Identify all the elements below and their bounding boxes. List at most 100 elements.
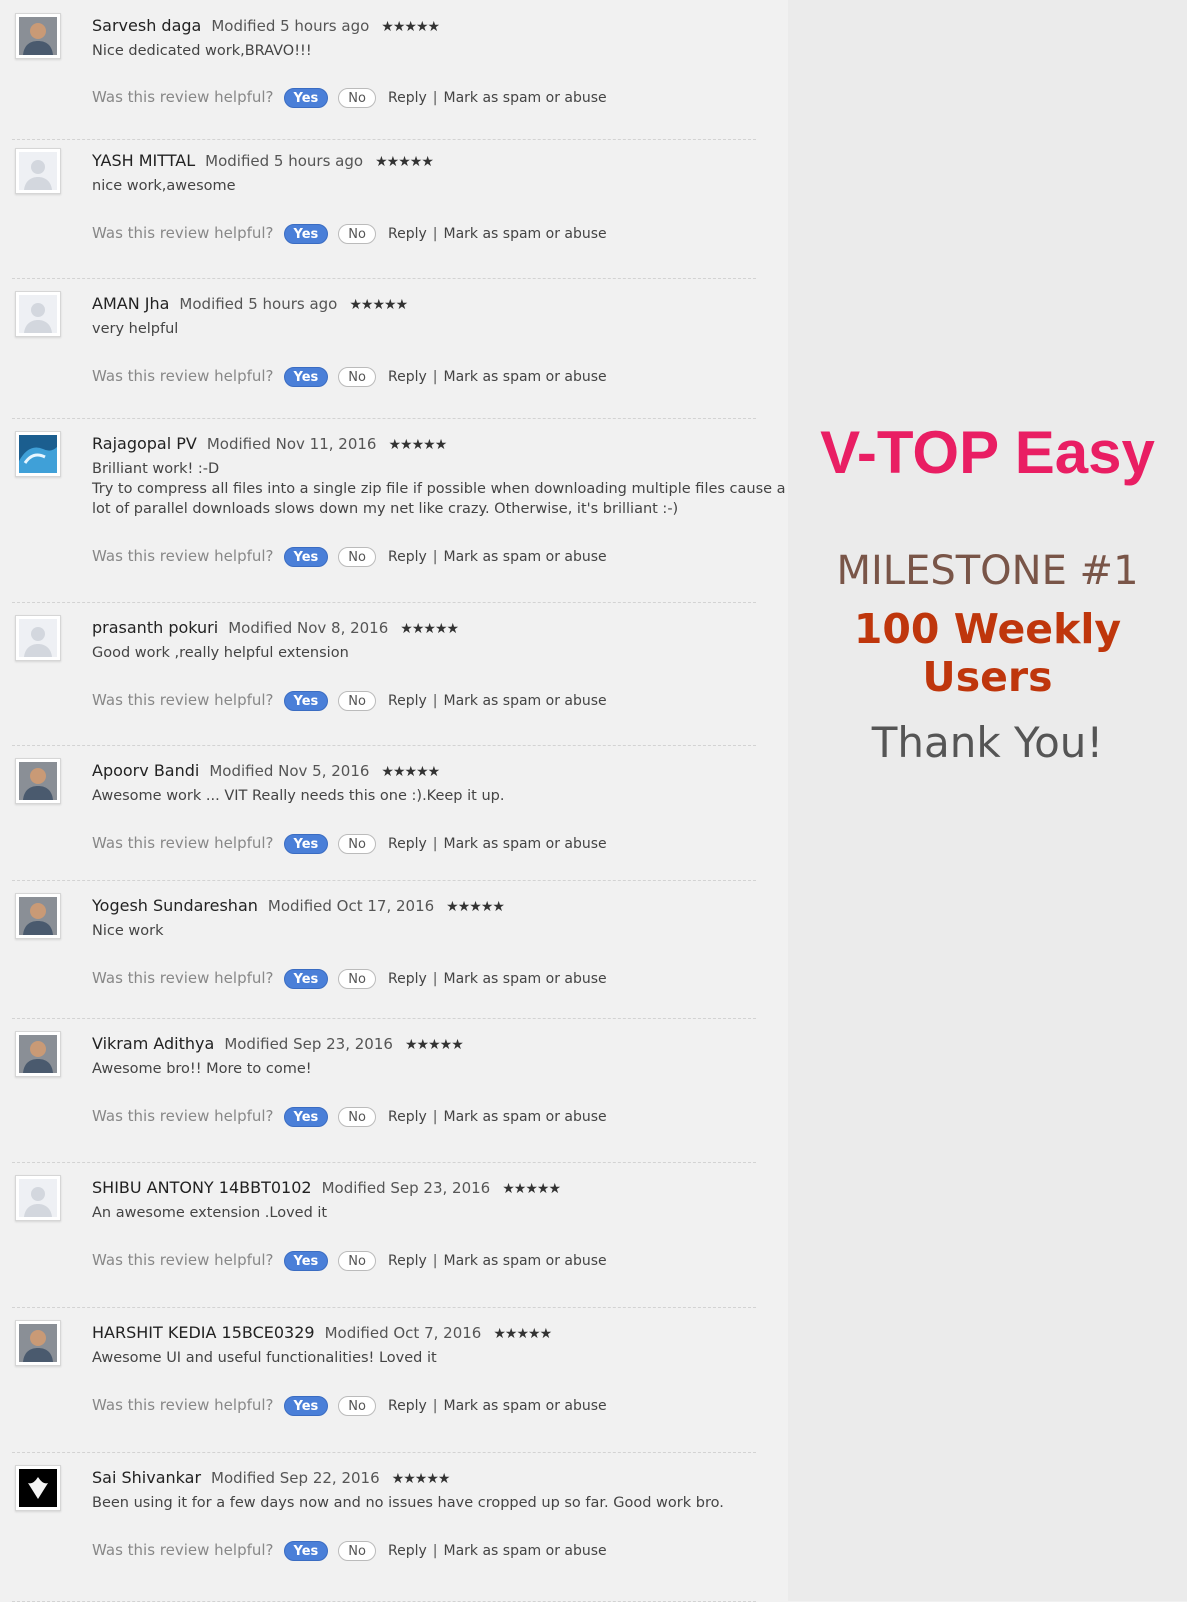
review-modified-date: Modified Sep 23, 2016 — [224, 1035, 393, 1053]
helpful-yes-button[interactable]: Yes — [283, 546, 329, 567]
helpful-no-button[interactable]: No — [338, 1395, 376, 1416]
reply-link[interactable]: Reply — [388, 549, 427, 565]
helpful-no-button[interactable]: No — [338, 366, 376, 387]
reply-link[interactable]: Reply — [388, 90, 427, 106]
avatar[interactable] — [15, 1175, 61, 1221]
star-icon: ★ — [386, 154, 400, 170]
helpful-question: Was this review helpful? — [92, 1396, 274, 1414]
star-icon: ★ — [404, 764, 418, 780]
review-author[interactable]: Vikram Adithya — [92, 1034, 214, 1053]
helpful-yes-button[interactable]: Yes — [283, 366, 329, 387]
link-separator: | — [432, 90, 438, 106]
star-icon: ★ — [493, 1326, 506, 1342]
review-item: Vikram Adithya Modified Sep 23, 2016 ★★★★★… — [12, 1018, 756, 1163]
helpful-yes-button[interactable]: Yes — [283, 1540, 329, 1561]
review-author[interactable]: AMAN Jha — [92, 294, 169, 313]
helpful-yes-button[interactable]: Yes — [283, 1106, 329, 1127]
mark-spam-link[interactable]: Mark as spam or abuse — [443, 549, 606, 565]
helpful-yes-button[interactable]: Yes — [283, 87, 329, 108]
avatar[interactable] — [15, 1465, 61, 1511]
star-icon: ★ — [423, 437, 436, 453]
review-author[interactable]: Sai Shivankar — [92, 1468, 201, 1487]
review-modified-date: Modified Oct 17, 2016 — [267, 897, 435, 915]
mark-spam-link[interactable]: Mark as spam or abuse — [443, 693, 606, 709]
review-text: Awesome work ... VIT Really needs this o… — [92, 786, 757, 806]
star-icon: ★ — [480, 899, 494, 915]
avatar[interactable] — [15, 431, 61, 477]
reply-link[interactable]: Reply — [388, 1398, 427, 1414]
review-author[interactable]: Rajagopal PV — [92, 434, 197, 453]
review-text: Awesome UI and useful functionalities! L… — [92, 1348, 757, 1368]
avatar[interactable] — [15, 1031, 61, 1077]
star-icon: ★ — [525, 1181, 538, 1197]
reply-link[interactable]: Reply — [388, 1253, 427, 1269]
reply-link[interactable]: Reply — [388, 1543, 427, 1559]
reply-link[interactable]: Reply — [388, 836, 427, 852]
helpful-yes-button[interactable]: Yes — [283, 690, 329, 711]
mark-spam-link[interactable]: Mark as spam or abuse — [443, 90, 606, 106]
helpful-no-button[interactable]: No — [338, 1106, 376, 1127]
review-modified-date: Modified 5 hours ago — [205, 152, 364, 170]
review-text-line: Brilliant work! :-D — [92, 461, 220, 477]
helpful-yes-button[interactable]: Yes — [283, 968, 329, 989]
helpful-no-button[interactable]: No — [338, 1250, 376, 1271]
review-actions: Was this review helpful? Yes No Reply | Mark … — [92, 544, 607, 568]
review-author[interactable]: SHIBU ANTONY 14BBT0102 — [92, 1178, 312, 1197]
review-item: Sai Shivankar Modified Sep 22, 2016 ★★★★★ B… — [12, 1452, 756, 1602]
star-icon: ★ — [400, 621, 413, 637]
reply-link[interactable]: Reply — [388, 369, 427, 385]
link-separator: | — [432, 1543, 438, 1559]
review-text-line: very helpful — [92, 321, 179, 337]
review-author[interactable]: YASH MITTAL — [92, 151, 195, 170]
avatar[interactable] — [15, 291, 61, 337]
mark-spam-link[interactable]: Mark as spam or abuse — [443, 1398, 606, 1414]
review-author[interactable]: Sarvesh daga — [92, 16, 201, 35]
review-text: Nice work — [92, 921, 757, 941]
review-author[interactable]: Apoorv Bandi — [92, 761, 199, 780]
avatar-image — [19, 897, 57, 935]
helpful-yes-button[interactable]: Yes — [283, 1395, 329, 1416]
reply-link[interactable]: Reply — [388, 1109, 427, 1125]
avatar[interactable] — [15, 1320, 61, 1366]
helpful-question: Was this review helpful? — [92, 1107, 274, 1125]
helpful-yes-button[interactable]: Yes — [283, 1250, 329, 1271]
helpful-no-button[interactable]: No — [338, 690, 376, 711]
review-author[interactable]: prasanth pokuri — [92, 618, 218, 637]
avatar-image — [19, 435, 57, 473]
mark-spam-link[interactable]: Mark as spam or abuse — [443, 1253, 606, 1269]
mark-spam-link[interactable]: Mark as spam or abuse — [443, 1543, 606, 1559]
review-author[interactable]: HARSHIT KEDIA 15BCE0329 — [92, 1323, 315, 1342]
mark-spam-link[interactable]: Mark as spam or abuse — [443, 971, 606, 987]
helpful-yes-button[interactable]: Yes — [283, 833, 329, 854]
review-author[interactable]: Yogesh Sundareshan — [92, 896, 258, 915]
helpful-no-button[interactable]: No — [338, 87, 376, 108]
helpful-no-button[interactable]: No — [338, 223, 376, 244]
helpful-no-button[interactable]: No — [338, 546, 376, 567]
star-icon: ★ — [404, 1037, 418, 1053]
reply-link[interactable]: Reply — [388, 693, 427, 709]
helpful-question: Was this review helpful? — [92, 88, 274, 106]
star-icon: ★ — [434, 437, 448, 453]
avatar[interactable] — [15, 893, 61, 939]
helpful-no-button[interactable]: No — [338, 968, 376, 989]
link-separator: | — [432, 226, 438, 242]
review-item: AMAN Jha Modified 5 hours ago ★★★★★ very he… — [12, 278, 756, 419]
mark-spam-link[interactable]: Mark as spam or abuse — [443, 836, 606, 852]
helpful-no-button[interactable]: No — [338, 833, 376, 854]
mark-spam-link[interactable]: Mark as spam or abuse — [443, 1109, 606, 1125]
mark-spam-link[interactable]: Mark as spam or abuse — [443, 369, 606, 385]
review-modified-date: Modified Nov 11, 2016 — [206, 435, 377, 453]
star-icon: ★ — [426, 1471, 439, 1487]
star-rating: ★★★★★ — [381, 19, 440, 35]
helpful-yes-button[interactable]: Yes — [283, 223, 329, 244]
avatar[interactable] — [15, 148, 61, 194]
reply-link[interactable]: Reply — [388, 226, 427, 242]
reply-link[interactable]: Reply — [388, 971, 427, 987]
mark-spam-link[interactable]: Mark as spam or abuse — [443, 226, 606, 242]
avatar[interactable] — [15, 758, 61, 804]
review-header: SHIBU ANTONY 14BBT0102 Modified Sep 23, 2… — [92, 1177, 561, 1199]
avatar[interactable] — [15, 615, 61, 661]
avatar[interactable] — [15, 13, 61, 59]
avatar-image — [19, 152, 57, 190]
helpful-no-button[interactable]: No — [338, 1540, 376, 1561]
